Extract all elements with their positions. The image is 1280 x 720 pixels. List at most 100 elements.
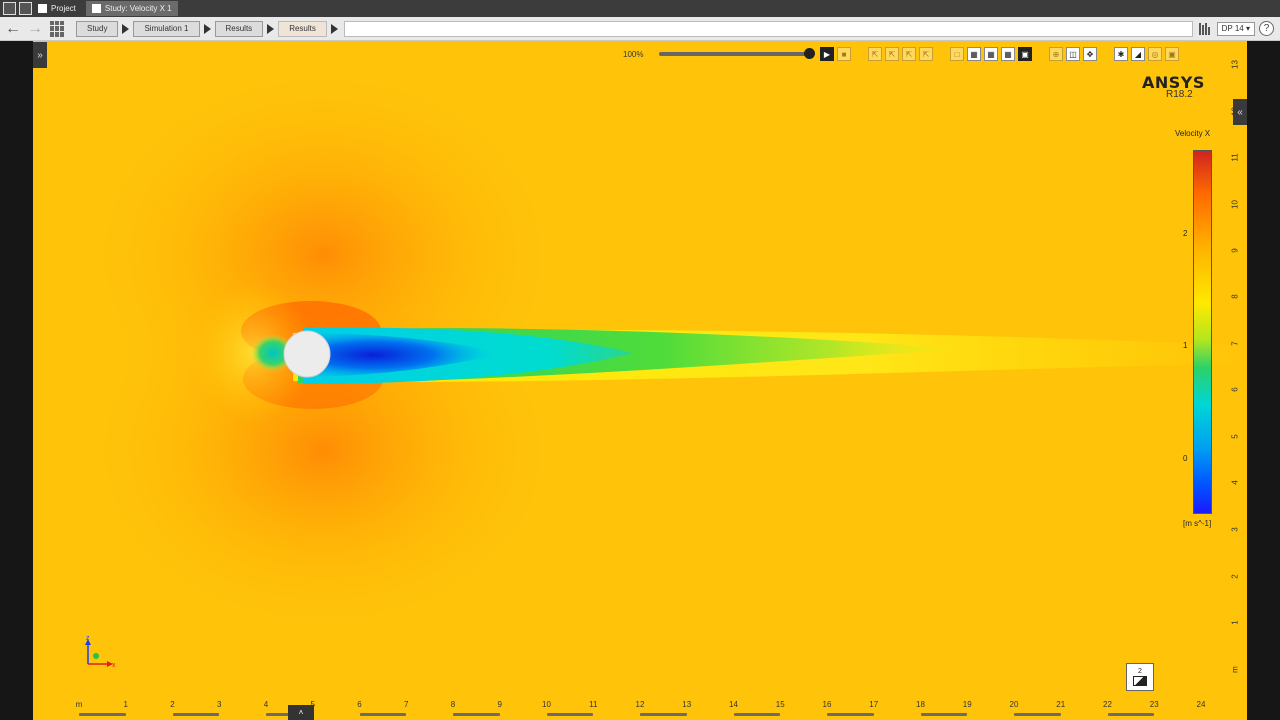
horizontal-ruler-label: 20 [1009, 700, 1019, 709]
results-viewport[interactable] [33, 41, 1247, 720]
animation-slider[interactable] [659, 46, 817, 62]
ruler-segment [1107, 713, 1155, 716]
triad-x-label: x [112, 662, 116, 669]
vertical-ruler-label: 13 [1230, 60, 1240, 69]
chevron-right-icon [122, 23, 130, 34]
horizontal-ruler-label: 12 [635, 700, 645, 709]
vertical-ruler-label: 9 [1230, 248, 1240, 253]
light-icon[interactable]: ✱ [1114, 47, 1128, 61]
view-layout-icon[interactable]: ▦ [1001, 47, 1015, 61]
legend-tick: 1 [1183, 341, 1188, 350]
chevron-right-icon [330, 23, 338, 34]
left-rail [0, 41, 33, 720]
view-single-icon[interactable]: □ [950, 47, 964, 61]
vertical-ruler-label: 8 [1230, 294, 1240, 299]
horizontal-ruler-label: m [75, 700, 83, 709]
stop-icon[interactable]: ■ [837, 47, 851, 61]
tab-study[interactable]: Study: Velocity X 1 [85, 1, 178, 16]
legend-tick: 2 [1183, 229, 1188, 238]
tab-study-label: Study: Velocity X 1 [104, 4, 172, 13]
select-add-icon[interactable]: ⇱ [902, 47, 916, 61]
design-point-select[interactable]: DP 14 ▾ [1216, 21, 1255, 36]
ruler-segment [359, 713, 407, 716]
window-icon[interactable] [19, 2, 32, 15]
vertical-ruler-label: 5 [1230, 434, 1240, 439]
horizontal-ruler-label: 1 [123, 700, 128, 709]
breadcrumb-study[interactable]: Study [76, 20, 119, 37]
vertical-ruler-label: 3 [1230, 527, 1240, 532]
app-grid-icon[interactable] [50, 20, 66, 37]
tab-bar: Project Study: Velocity X 1 [0, 0, 1280, 17]
horizontal-ruler-label: 10 [542, 700, 551, 709]
horizontal-ruler-label: 6 [357, 700, 362, 709]
view-split-icon[interactable]: ▦ [967, 47, 981, 61]
fit-view-icon[interactable]: ✥ [1083, 47, 1097, 61]
camera-icon[interactable]: ⊕ [1049, 47, 1063, 61]
zoom-label: 100% [623, 49, 644, 59]
legend-tick: 0 [1183, 454, 1188, 463]
view-cube-icon [1133, 676, 1147, 686]
horizontal-ruler-label: 7 [404, 700, 409, 709]
vertical-ruler-label: m [1230, 666, 1240, 673]
axis-triad: z x [85, 635, 116, 669]
horizontal-ruler-label: 13 [682, 700, 692, 709]
image-icon[interactable]: ▣ [1165, 47, 1179, 61]
breadcrumb-simulation[interactable]: Simulation 1 [133, 20, 200, 37]
horizontal-ruler-label: 19 [962, 700, 972, 709]
ruler-segment [640, 713, 687, 716]
tab-project[interactable]: Project [32, 1, 82, 16]
velocity-contour-plot [33, 41, 1247, 720]
horizontal-ruler-label: 11 [589, 700, 598, 709]
horizontal-ruler-label: 15 [775, 700, 785, 709]
shading-icon[interactable]: ◢ [1131, 47, 1145, 61]
horizontal-ruler-label: 21 [1056, 700, 1066, 709]
mini-view-button[interactable]: 2 [1126, 663, 1154, 691]
slider-thumb[interactable] [804, 48, 815, 59]
ruler-segment [546, 713, 594, 716]
view-options-icon[interactable]: ▣ [1018, 47, 1032, 61]
help-icon[interactable]: ? [1259, 21, 1274, 36]
horizontal-ruler-label: 14 [729, 700, 738, 709]
tab-project-label: Project [51, 4, 76, 13]
select-box-icon[interactable]: ⇱ [885, 47, 899, 61]
select-remove-icon[interactable]: ⇱ [919, 47, 933, 61]
breadcrumb-results[interactable]: Results [214, 20, 264, 37]
legend-unit: [m s^-1] [1183, 519, 1212, 528]
mini-view-label: 2 [1138, 668, 1142, 675]
ruler-segment [453, 713, 500, 716]
horizontal-ruler-label: 17 [869, 700, 879, 709]
play-icon[interactable]: ▶ [820, 47, 834, 61]
release-label: R18.2 [1166, 89, 1193, 100]
back-arrow-icon[interactable]: ← [4, 20, 22, 38]
render-icon[interactable]: ◎ [1148, 47, 1162, 61]
ruler-segment [733, 713, 781, 716]
chevron-right-icon [267, 23, 275, 34]
vertical-ruler-label: 12 [1230, 107, 1240, 116]
project-icon [38, 4, 47, 13]
vertical-ruler-label: 7 [1230, 341, 1240, 346]
vertical-ruler-label: 4 [1230, 480, 1240, 485]
view-quad-icon[interactable]: ▦ [984, 47, 998, 61]
viewport-toolbar: 100% ▶ ■ ⇱ ⇱ ⇱ ⇱ □ ▦ ▦ ▦ ▣ ⊕ ◫ ✥ ✱ ◢ ◎ ▣ [623, 46, 1179, 62]
legend-color-bar [1193, 150, 1212, 514]
library-icon[interactable] [1198, 22, 1213, 35]
horizontal-ruler-label: 16 [822, 700, 832, 709]
expand-bottom-panel-icon[interactable]: ˄ [288, 705, 314, 720]
ruler-segment [1014, 713, 1061, 716]
forward-arrow-icon[interactable]: → [26, 20, 44, 38]
breadcrumb-field[interactable] [343, 20, 1193, 37]
horizontal-ruler-label: 22 [1103, 700, 1112, 709]
horizontal-ruler-label: 23 [1149, 700, 1159, 709]
slider-track [659, 52, 809, 56]
horizontal-ruler-label: 24 [1196, 700, 1206, 709]
breadcrumb-results-current[interactable]: Results [278, 20, 327, 37]
select-icon[interactable]: ⇱ [868, 47, 882, 61]
horizontal-ruler-label: 18 [916, 700, 925, 709]
vertical-ruler-label: 11 [1230, 153, 1240, 162]
display-icon[interactable]: ◫ [1066, 47, 1080, 61]
right-rail [1247, 41, 1280, 720]
horizontal-ruler-label: 9 [497, 700, 502, 709]
expand-panel-icon[interactable]: » [33, 42, 47, 68]
menu-icon[interactable] [3, 2, 16, 15]
horizontal-ruler-label: 8 [450, 700, 456, 709]
